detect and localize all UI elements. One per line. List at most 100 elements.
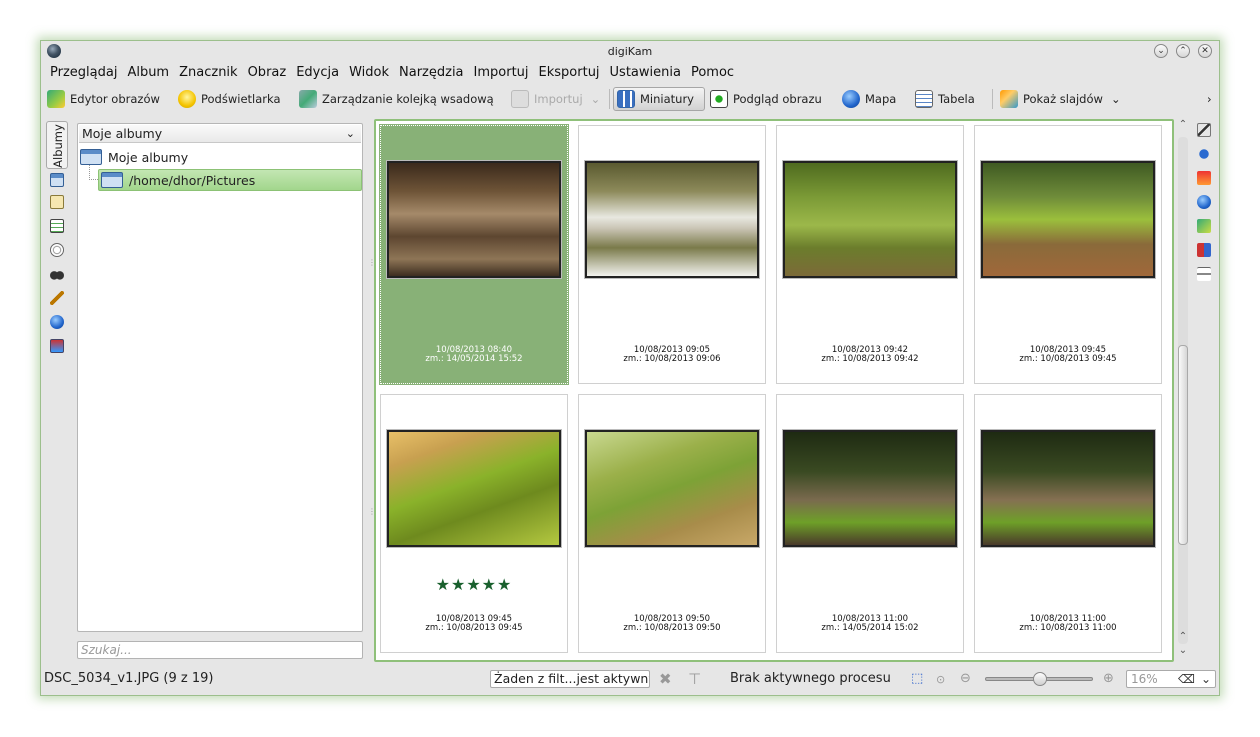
thumbnail-item[interactable]: 10/08/2013 09:05 zm.: 10/08/2013 09:06 <box>578 125 766 384</box>
image-editor-button[interactable]: Edytor obrazów <box>47 87 160 111</box>
scroll-up-icon[interactable]: ⌃ <box>1176 119 1190 130</box>
zoom-100-icon[interactable]: ⊙ <box>936 673 945 686</box>
table-icon <box>915 90 933 108</box>
fuzzy-search-icon[interactable] <box>50 291 64 305</box>
thumbnail-item[interactable]: 10/08/2013 09:50 zm.: 10/08/2013 09:50 <box>578 394 766 653</box>
digikam-window: digiKam ⌄ ⌃ ✕ Przeglądaj Album Znacznik … <box>40 40 1220 696</box>
process-status: Brak aktywnego procesu <box>730 671 891 686</box>
tools-icon[interactable] <box>1197 219 1211 233</box>
filter-status-field[interactable]: Żaden z filt...jest aktywny <box>490 670 650 688</box>
menu-ustawienia[interactable]: Ustawienia <box>605 63 686 83</box>
map-button[interactable]: Mapa <box>842 87 896 111</box>
right-sidebar-tabs <box>1195 121 1215 291</box>
menu-bar: Przeglądaj Album Znacznik Obraz Edycja W… <box>45 63 739 83</box>
thumbnail-item[interactable]: 10/08/2013 11:00 zm.: 14/05/2014 15:02 <box>776 394 964 653</box>
photo-thumbnail <box>783 161 957 278</box>
colors-icon[interactable] <box>1197 171 1211 185</box>
zoom-out-icon[interactable]: ⊖ <box>960 671 971 686</box>
thumbnail-modified: zm.: 10/08/2013 09:50 <box>623 623 721 633</box>
chevron-down-icon: ⌄ <box>590 92 601 106</box>
thumbnail-item[interactable]: 10/08/2013 11:00 zm.: 10/08/2013 11:00 <box>974 394 1162 653</box>
batch-queue-button[interactable]: Zarządzanie kolejką wsadową <box>299 87 494 111</box>
menu-widok[interactable]: Widok <box>344 63 394 83</box>
menu-importuj[interactable]: Importuj <box>469 63 534 83</box>
globe-icon <box>842 90 860 108</box>
menu-eksportuj[interactable]: Eksportuj <box>534 63 605 83</box>
caption-edit-icon[interactable] <box>1197 123 1211 137</box>
versions-icon[interactable] <box>1197 243 1211 257</box>
zoom-slider[interactable] <box>985 672 1093 686</box>
album-view-selector-label: Moje albumy <box>82 126 163 141</box>
chevron-down-icon[interactable]: ⌄ <box>1201 671 1211 687</box>
albums-icon[interactable] <box>50 173 64 187</box>
close-button[interactable]: ✕ <box>1198 44 1212 58</box>
album-folder-icon <box>101 172 123 188</box>
zoom-slider-handle[interactable] <box>1033 672 1047 686</box>
people-icon[interactable] <box>50 339 64 353</box>
light-table-button[interactable]: Podświetlarka <box>178 87 281 111</box>
preview-button[interactable]: Podgląd obrazu <box>710 87 822 111</box>
chevron-down-icon: ⌄ <box>345 127 355 140</box>
lightbulb-icon <box>178 90 196 108</box>
timeline-icon[interactable] <box>50 243 64 257</box>
clear-text-icon[interactable]: ⌫ <box>1178 671 1195 687</box>
zoom-level-field[interactable]: 16% ⌫ ⌄ <box>1126 670 1216 688</box>
minimize-button[interactable]: ⌄ <box>1154 44 1168 58</box>
menu-przegladaj[interactable]: Przeglądaj <box>45 63 122 83</box>
thumbnail-item[interactable]: 10/08/2013 09:42 zm.: 10/08/2013 09:42 <box>776 125 964 384</box>
clear-filter-icon[interactable]: ✖ <box>659 670 672 688</box>
scroll-thumb[interactable] <box>1178 345 1188 545</box>
menu-obraz[interactable]: Obraz <box>243 63 292 83</box>
map-globe-icon[interactable] <box>50 315 64 329</box>
thumbnails-button[interactable]: Miniatury <box>613 87 705 111</box>
chevron-down-icon: ⌄ <box>1110 92 1121 106</box>
toolbar-overflow-button[interactable]: › <box>1207 87 1212 111</box>
thumbnail-caption: 10/08/2013 09:42 zm.: 10/08/2013 09:42 <box>777 346 963 364</box>
zoom-in-icon[interactable]: ⊕ <box>1103 671 1114 686</box>
album-search-input[interactable]: Szukaj... <box>77 641 363 659</box>
splitter-handle[interactable]: ⋮ <box>368 507 376 516</box>
menu-znacznik[interactable]: Znacznik <box>174 63 242 83</box>
rating-stars[interactable]: ★★★★★ <box>381 575 567 594</box>
slideshow-button[interactable]: Pokaż slajdów ⌄ <box>1000 87 1121 111</box>
left-sidebar-tabs: Albumy <box>44 119 70 659</box>
tree-album-pictures[interactable]: /home/dhor/Pictures <box>98 169 362 191</box>
clipboard-icon[interactable] <box>50 195 64 209</box>
menu-narzedzia[interactable]: Narzędzia <box>394 63 469 83</box>
scroll-down-icon[interactable]: ⌄ <box>1176 645 1190 656</box>
thumbnail-item[interactable]: 10/08/2013 09:45 zm.: 10/08/2013 09:45 <box>974 125 1162 384</box>
menu-pomoc[interactable]: Pomoc <box>686 63 739 83</box>
fit-window-icon[interactable]: ⬚ <box>911 671 923 686</box>
info-icon[interactable] <box>1197 147 1211 161</box>
vertical-scrollbar[interactable]: ⌃ ⌃ ⌄ <box>1176 119 1190 662</box>
thumbnail-item[interactable]: 10/08/2013 08:40 zm.: 14/05/2014 15:52 <box>379 124 569 385</box>
tab-albums[interactable]: Albumy <box>46 121 68 169</box>
scroll-up-icon[interactable]: ⌃ <box>1176 631 1190 642</box>
menu-edycja[interactable]: Edycja <box>291 63 344 83</box>
table-button[interactable]: Tabela <box>915 87 975 111</box>
table-label: Tabela <box>938 92 975 106</box>
image-editor-label: Edytor obrazów <box>70 92 160 106</box>
photo-thumbnail <box>387 430 561 547</box>
maximize-button[interactable]: ⌃ <box>1176 44 1190 58</box>
thumbnail-caption: 10/08/2013 09:50 zm.: 10/08/2013 09:50 <box>579 615 765 633</box>
binoculars-icon[interactable] <box>50 267 64 281</box>
filter-icon[interactable]: ⊤ <box>688 670 701 688</box>
import-button[interactable]: Importuj ⌄ <box>511 87 600 111</box>
slideshow-icon <box>1000 90 1018 108</box>
splitter-handle[interactable]: ⋮ <box>368 258 376 267</box>
image-editor-icon <box>47 90 65 108</box>
grid-view-icon <box>617 90 635 108</box>
tree-root-label: Moje albumy <box>108 149 189 165</box>
geolocation-icon[interactable] <box>1197 195 1211 209</box>
album-view-selector[interactable]: Moje albumy ⌄ <box>79 125 361 143</box>
thumbnail-modified: zm.: 14/05/2014 15:52 <box>425 354 523 364</box>
toolbar-separator <box>609 89 610 109</box>
digikam-app-icon[interactable] <box>47 44 61 58</box>
thumbnail-item[interactable]: ★★★★★ 10/08/2013 09:45 zm.: 10/08/2013 09… <box>380 394 568 653</box>
thumbnails-label: Miniatury <box>640 92 694 106</box>
thumbnail-modified: zm.: 10/08/2013 09:42 <box>821 354 919 364</box>
calendar-icon[interactable] <box>50 219 64 233</box>
menu-album[interactable]: Album <box>122 63 174 83</box>
filter-icon[interactable] <box>1197 267 1211 281</box>
